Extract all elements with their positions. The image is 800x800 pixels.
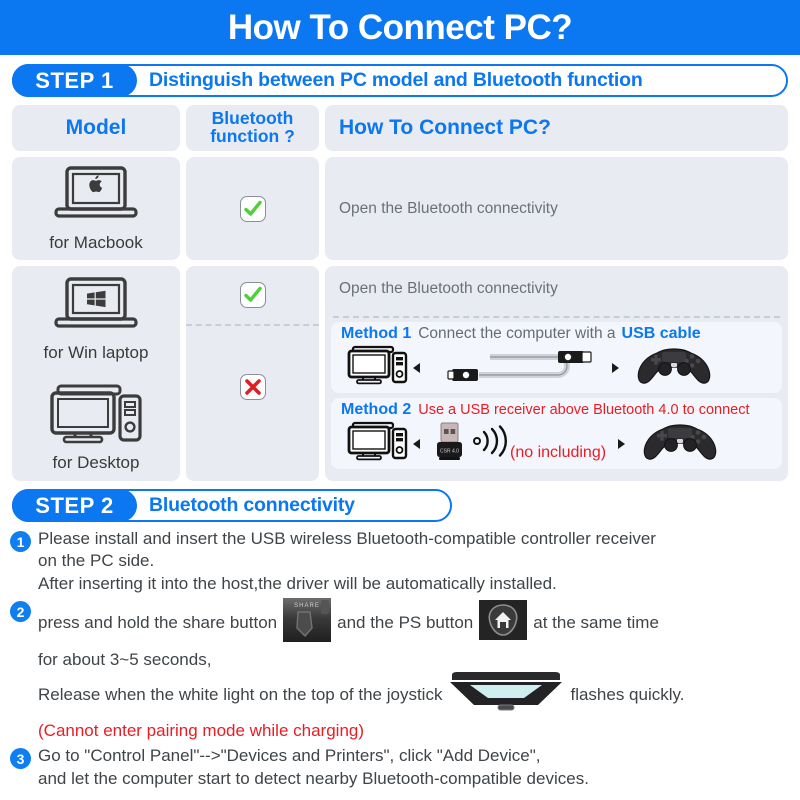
desktop-tower-icon [46,382,146,451]
text-line: Go to "Control Panel"-->"Devices and Pri… [38,746,541,766]
text-segment: Release when the white light on the top … [38,685,443,705]
method-2-box: Method 2 Use a USB receiver above Blueto… [331,398,782,469]
step-number-badge: 3 [10,748,31,770]
divider [333,316,780,318]
method-1-label: Method 1 [341,325,412,342]
column-header-model: Model [12,105,180,151]
how-cell-windows-group: Open the Bluetooth connectivity Method 1… [325,266,788,481]
column-header-bluetooth: Bluetooth function ? [186,105,319,151]
text-line: Release when the white light on the top … [38,671,790,719]
usb-cable-icon [446,345,594,390]
list-item: 1 Please install and insert the USB wire… [10,528,790,595]
model-cell-desktop: for Desktop [12,374,180,482]
bluetooth-no-slot [186,326,319,481]
method-1-highlight: USB cable [621,325,701,342]
desktop-computer-icon [347,421,409,466]
ps4-controller-icon [637,420,723,467]
how-cell-macbook: Open the Bluetooth connectivity [325,157,788,260]
green-check-icon [239,282,266,308]
arrow-right-icon [612,362,619,373]
model-cell-windows-group: for Win laptop for Desktop [12,266,180,481]
warning-text: (Cannot enter pairing mode while chargin… [38,720,365,740]
step1-banner: STEP 1 Distinguish between PC model and … [12,64,788,97]
model-label: for Win laptop [43,343,149,363]
ps4-controller-icon [631,344,717,391]
step2-badge: STEP 2 [12,489,137,522]
step2-instruction-list: 1 Please install and insert the USB wire… [10,528,790,790]
bluetooth-yes-slot [186,266,319,324]
list-item-body: Go to "Control Panel"-->"Devices and Pri… [38,745,790,790]
list-item: 2 press and hold the share button SHARE [10,598,790,742]
model-comparison-table: Model Bluetooth function ? How To Connec… [12,105,788,481]
table-header-row: Model Bluetooth function ? How To Connec… [12,105,788,151]
model-label: for Macbook [49,233,143,252]
table-row: for Win laptop for Desktop Open the Blue… [12,266,788,481]
svg-text:SHARE: SHARE [294,603,320,609]
method-2-illustration: CSR 4.0 (no including) [331,419,782,467]
text-line: on the PC side. [38,551,155,571]
model-cell-macbook: for Macbook [12,157,180,260]
ps4-share-button-icon: SHARE [283,598,332,648]
text-line: for about 3~5 seconds, [38,649,212,669]
bluetooth-cell-windows-group [186,266,319,481]
step-number-badge: 2 [10,601,31,623]
arrow-left-icon [413,362,420,373]
column-header-how-to-connect: How To Connect PC? [325,105,788,151]
text-line: After inserting it into the host,the dri… [38,573,557,593]
list-item-body: Please install and insert the USB wirele… [38,528,790,595]
method-1-box: Method 1 Connect the computer with a USB… [331,322,782,393]
how-text: Open the Bluetooth connectivity [339,280,558,297]
bluetooth-cell-macbook [186,157,319,260]
svg-text:CSR 4.0: CSR 4.0 [440,448,459,454]
list-item-body: press and hold the share button SHARE an… [38,598,790,742]
usb-bluetooth-dongle-icon: CSR 4.0 [432,420,466,467]
method-2-label: Method 2 [341,401,412,418]
text-line: Please install and insert the USB wirele… [38,529,656,548]
green-check-icon [239,195,266,222]
windows-laptop-icon [50,276,142,341]
step1-title: Distinguish between PC model and Bluetoo… [149,69,643,91]
how-text-row: Open the Bluetooth connectivity [325,266,788,312]
method-1-illustration [331,343,782,391]
macbook-laptop-icon [50,164,142,231]
step-number-badge: 1 [10,531,31,552]
text-line: press and hold the share button SHARE an… [38,598,790,648]
arrow-right-icon [618,438,626,449]
text-segment: at the same time [533,613,659,633]
bluetooth-waves-icon [472,425,512,462]
how-text: Open the Bluetooth connectivity [339,199,558,217]
ps4-lightbar-icon [448,671,565,719]
page-header: How To Connect PC? [0,0,800,55]
table-row: for Macbook Open the Bluetooth connectiv… [12,157,788,260]
text-segment: and the PS button [337,613,474,633]
arrow-left-icon [413,438,420,449]
ps4-ps-button-icon [479,600,528,646]
step2-banner: STEP 2 Bluetooth connectivity [12,489,452,522]
step1-badge: STEP 1 [12,64,137,97]
text-segment: flashes quickly. [570,685,685,705]
method-1-description: Connect the computer with a [418,325,616,342]
text-line: and let the computer start to detect nea… [38,768,589,788]
red-cross-icon [239,373,266,400]
step2-title: Bluetooth connectivity [149,494,355,516]
infographic-page: How To Connect PC? STEP 1 Distinguish be… [0,0,800,800]
model-label: for Desktop [52,452,140,472]
model-cell-win-laptop: for Win laptop [12,266,180,374]
method-2-heading: Method 2 Use a USB receiver above Blueto… [331,401,782,419]
method-2-description: Use a USB receiver above Bluetooth 4.0 t… [418,402,750,418]
desktop-computer-icon [347,345,409,390]
text-segment: press and hold the share button [38,613,278,633]
method-1-heading: Method 1 Connect the computer with a USB… [331,325,782,343]
list-item: 3 Go to "Control Panel"-->"Devices and P… [10,745,790,790]
page-title: How To Connect PC? [227,8,573,47]
method-2-note: (no including) [510,443,607,461]
